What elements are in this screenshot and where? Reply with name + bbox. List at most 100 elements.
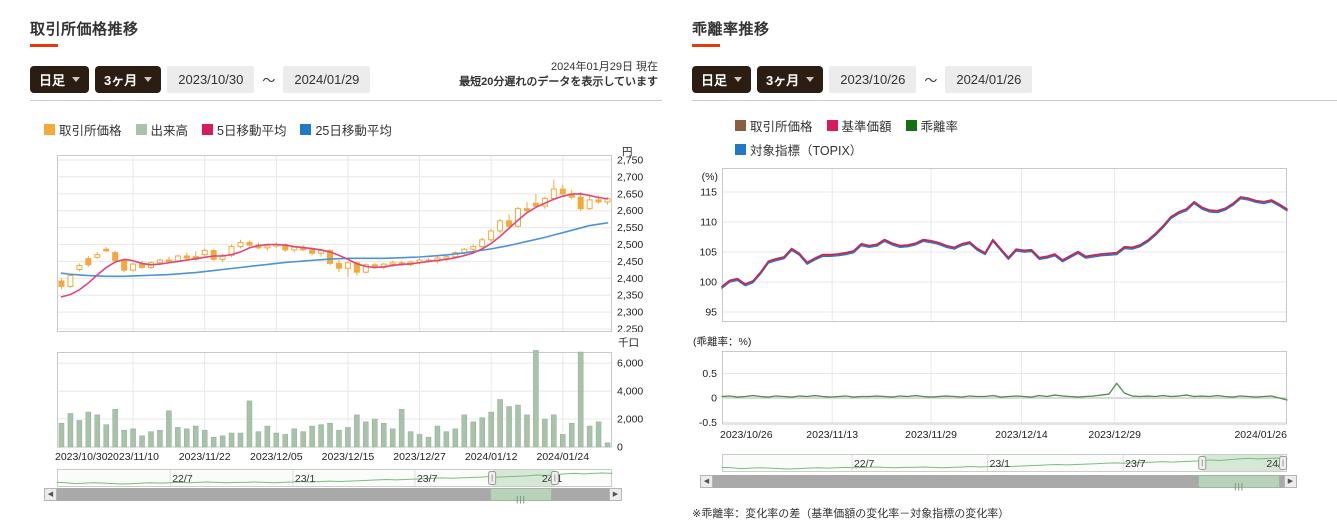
svg-text:2,750: 2,750: [617, 155, 643, 167]
svg-text:-0.5: -0.5: [699, 417, 717, 429]
svg-text:2,400: 2,400: [617, 273, 643, 285]
legend-swatch: [44, 124, 55, 135]
scroll-left-arrow-icon[interactable]: ◀: [44, 488, 57, 501]
volume-bar-chart: 0 2,000 4,000 6,000 2023/10/30 2023/11/10 2023…: [30, 347, 662, 470]
date-from-field[interactable]: 2023/10/26: [829, 66, 917, 93]
deviation-line-chart: (%) 95 100 105 110 115: [692, 166, 1337, 329]
deviation-rate-sub-chart: -0.5 0 0.5 2023/10/26 2023/11/13 2023/11/29 20…: [692, 351, 1337, 448]
scroll-thumb[interactable]: |||: [1198, 475, 1280, 491]
range-navigator[interactable]: 22/723/123/724/1: [692, 454, 1337, 477]
svg-text:2023/10/26: 2023/10/26: [720, 429, 773, 441]
date-to-field[interactable]: 2024/01/26: [945, 66, 1033, 93]
legend-swatch: [135, 124, 147, 135]
period-dropdown[interactable]: 3ヶ月: [757, 66, 824, 93]
chevron-down-icon: [806, 77, 815, 82]
svg-text:105: 105: [699, 247, 717, 259]
svg-text:2,600: 2,600: [617, 205, 643, 217]
svg-text:2,000: 2,000: [617, 414, 643, 426]
svg-text:2,250: 2,250: [617, 324, 643, 333]
svg-text:2,500: 2,500: [617, 239, 643, 251]
price-candlestick-chart: 2,250 2,300 2,350 2,400 2,450 2,500 2,550 2,600…: [30, 155, 662, 337]
page-title: 取引所価格推移: [30, 21, 139, 38]
page: 取引所価格推移 日足 3ヶ月 2023/10/30 ～ 2024/01/29 2…: [0, 0, 1337, 524]
thumb-grip-icon: |||: [1234, 482, 1245, 491]
scroll-right-arrow-icon[interactable]: ▶: [609, 488, 622, 501]
legend-swatch: [735, 120, 746, 131]
range-scrollbar[interactable]: ◀ ▶ |||: [700, 475, 1297, 491]
date-from-field[interactable]: 2023/10/30: [167, 66, 255, 93]
legend-item: 取引所価格: [735, 116, 813, 135]
date-range-separator: ～: [924, 73, 938, 88]
svg-text:2,650: 2,650: [617, 188, 643, 200]
svg-text:100: 100: [699, 277, 717, 289]
svg-text:2023/11/29: 2023/11/29: [905, 429, 957, 441]
svg-text:(%): (%): [702, 171, 718, 183]
title-underline: [30, 44, 58, 47]
scroll-right-arrow-icon[interactable]: ▶: [1284, 475, 1297, 488]
data-status: 2024年01月29日 現在 最短20分遅れのデータを表示しています: [459, 60, 658, 90]
page-title: 乖離率推移: [692, 21, 770, 38]
scroll-left-arrow-icon[interactable]: ◀: [700, 475, 713, 488]
svg-text:2023/11/10: 2023/11/10: [107, 451, 159, 463]
legend-item: 取引所価格: [44, 120, 122, 139]
svg-text:2024/01/26: 2024/01/26: [1234, 429, 1287, 441]
svg-text:110: 110: [700, 217, 717, 229]
svg-text:0: 0: [711, 393, 717, 405]
deviation-chart-legend: 取引所価格 基準価額 乖離率 対象指標（TOPIX）: [735, 116, 1015, 159]
chevron-down-icon: [72, 77, 81, 82]
delay-notice: 最短20分遅れのデータを表示しています: [459, 76, 658, 88]
svg-text:2023/12/27: 2023/12/27: [393, 451, 446, 463]
period-dropdown[interactable]: 3ヶ月: [95, 66, 162, 93]
svg-text:23/1: 23/1: [295, 473, 316, 485]
svg-text:2,300: 2,300: [617, 307, 643, 319]
volume-axis-unit: 千口: [618, 337, 639, 349]
legend-item: 対象指標（TOPIX）: [735, 140, 862, 159]
svg-text:23/7: 23/7: [1125, 458, 1146, 470]
legend-swatch: [202, 124, 214, 135]
svg-text:22/7: 22/7: [172, 473, 193, 485]
svg-text:2023/12/29: 2023/12/29: [1088, 429, 1141, 441]
deviation-sub-axis-label: (乖離率：%): [693, 336, 752, 348]
interval-dropdown[interactable]: 日足: [30, 66, 90, 93]
deviation-footnote: ※乖離率：変化率の差（基準価額の変化率－対象指標の変化率）: [692, 508, 1010, 520]
svg-text:4,000: 4,000: [617, 386, 643, 398]
date-to-field[interactable]: 2024/01/29: [283, 66, 371, 93]
svg-text:0: 0: [617, 442, 623, 454]
svg-text:2023/11/13: 2023/11/13: [806, 429, 858, 441]
as-of-date: 2024年01月29日 現在: [551, 61, 658, 73]
chevron-down-icon: [144, 77, 153, 82]
divider: [692, 100, 1337, 101]
legend-swatch: [826, 120, 838, 131]
title-underline: [692, 44, 720, 47]
svg-text:115: 115: [700, 187, 717, 199]
svg-text:2024/01/24: 2024/01/24: [536, 451, 589, 463]
legend-swatch: [300, 124, 312, 135]
legend-item: 25日移動平均: [300, 120, 392, 139]
deviation-rate-panel: 乖離率推移 日足 3ヶ月 2023/10/26 ～ 2024/01/26 取引所…: [692, 18, 1337, 520]
svg-text:2,450: 2,450: [617, 256, 643, 268]
svg-text:2023/11/22: 2023/11/22: [179, 451, 231, 463]
svg-text:23/1: 23/1: [990, 458, 1011, 470]
legend-item: 出来高: [135, 120, 188, 139]
chart-controls: 日足 3ヶ月 2023/10/26 ～ 2024/01/26: [692, 66, 1033, 93]
legend-swatch: [735, 144, 746, 155]
chevron-down-icon: [734, 77, 743, 82]
svg-text:2023/12/05: 2023/12/05: [250, 451, 303, 463]
thumb-grip-icon: |||: [516, 495, 526, 504]
period-dropdown-label: 3ヶ月: [766, 73, 800, 88]
legend-item: 基準価額: [826, 116, 892, 135]
interval-dropdown-label: 日足: [39, 73, 66, 88]
svg-text:2023/12/15: 2023/12/15: [322, 451, 375, 463]
legend-swatch: [905, 120, 917, 131]
divider: [30, 100, 662, 101]
svg-text:2023/10/30: 2023/10/30: [55, 451, 108, 463]
svg-text:0.5: 0.5: [702, 368, 717, 380]
svg-text:22/7: 22/7: [854, 458, 875, 470]
svg-text:2,350: 2,350: [617, 290, 643, 302]
scroll-thumb[interactable]: |||: [489, 488, 553, 504]
range-scrollbar[interactable]: ◀ ▶ |||: [44, 488, 622, 504]
svg-text:95: 95: [705, 307, 717, 319]
svg-text:2,700: 2,700: [617, 171, 643, 183]
interval-dropdown[interactable]: 日足: [692, 66, 752, 93]
exchange-price-panel: 取引所価格推移 日足 3ヶ月 2023/10/30 ～ 2024/01/29 2…: [30, 18, 662, 518]
